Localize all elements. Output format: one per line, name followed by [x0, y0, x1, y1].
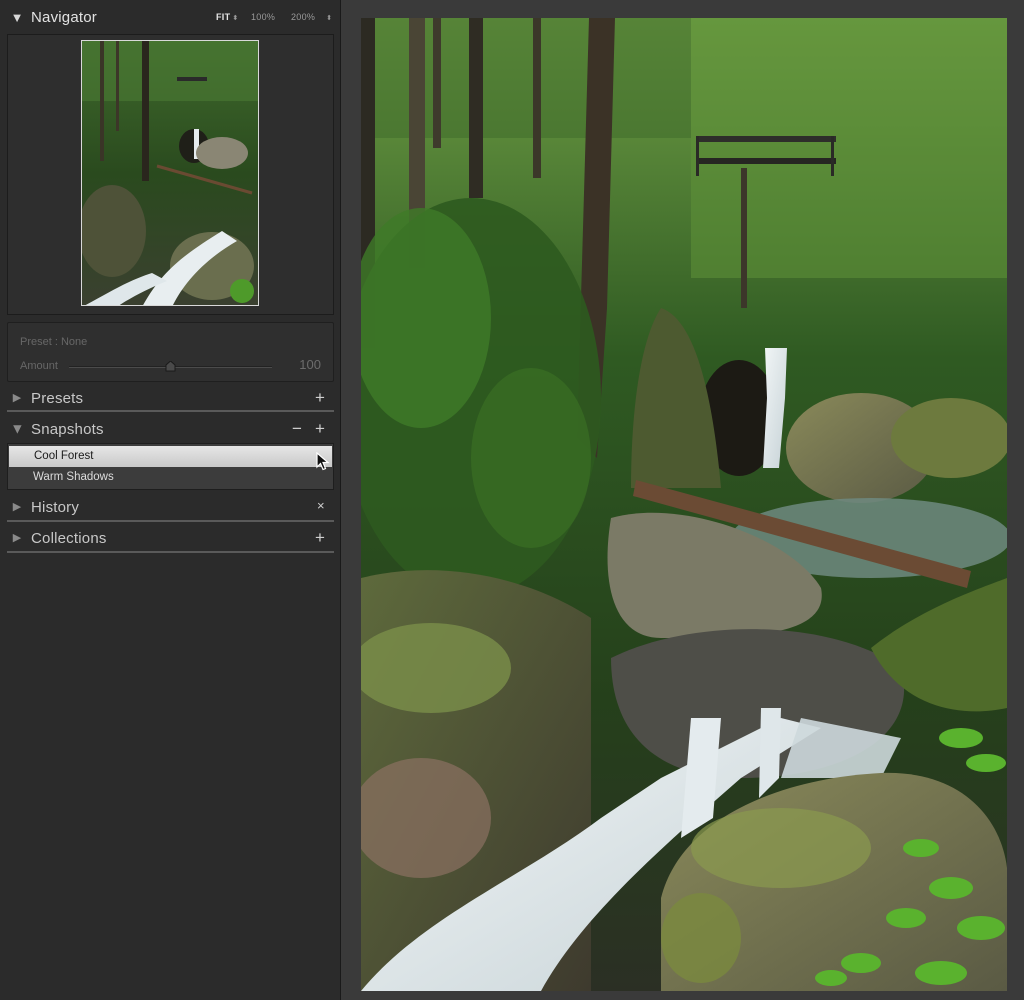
updown-arrows-icon: ⬍ — [326, 15, 333, 22]
zoom-fit-option[interactable]: FIT ⬍ — [216, 12, 239, 22]
zoom-200-option[interactable]: 200% ⬍ — [291, 12, 332, 22]
triangle-down-icon: ▶ — [11, 424, 24, 434]
panel-divider — [7, 520, 334, 522]
amount-label: Amount — [20, 360, 58, 372]
preset-label: Preset : None — [20, 336, 88, 348]
clear-history-button[interactable]: × — [317, 499, 325, 512]
navigator-title: Navigator — [31, 8, 97, 26]
triangle-right-icon: ▶ — [12, 500, 22, 513]
add-snapshot-button[interactable]: + — [315, 420, 325, 437]
collections-title: Collections — [31, 529, 107, 547]
waterfall-photo — [361, 18, 1007, 991]
triangle-right-icon: ▶ — [12, 531, 22, 544]
amount-value: 100 — [299, 357, 321, 372]
snapshots-header[interactable]: ▶ Snapshots — [0, 414, 341, 444]
navigator-thumbnail[interactable] — [81, 40, 259, 306]
snapshot-item-cool-forest[interactable]: Cool Forest — [9, 446, 332, 467]
history-header[interactable]: ▶ History — [0, 492, 341, 522]
panel-divider — [7, 551, 334, 553]
zoom-200-label: 200% — [291, 12, 316, 22]
left-panel: ▼ Navigator FIT ⬍ 100% 200% ⬍ Preset: N… — [0, 0, 341, 1000]
remove-snapshot-button[interactable]: − — [292, 420, 302, 437]
navigator-thumbnail-image — [82, 41, 258, 305]
zoom-fit-label: FIT — [216, 12, 231, 22]
preset-amount-box: Preset : None Amount 100 — [7, 322, 334, 382]
zoom-100-option[interactable]: 100% — [251, 12, 275, 22]
navigator-preview-box — [7, 34, 334, 315]
add-preset-button[interactable]: + — [315, 389, 325, 406]
collections-header[interactable]: ▶ Collections — [0, 523, 341, 553]
history-title: History — [31, 498, 80, 516]
snapshot-item-warm-shadows[interactable]: Warm Shadows — [8, 467, 333, 488]
presets-title: Presets — [31, 389, 84, 407]
navigator-header[interactable]: ▼ Navigator — [0, 2, 341, 32]
pointer-cursor-icon — [316, 452, 330, 471]
updown-arrows-icon: ⬍ — [232, 15, 239, 22]
main-photo-view[interactable] — [361, 18, 1007, 991]
presets-header[interactable]: ▶ Presets — [0, 383, 341, 413]
snapshot-list: Cool Forest Warm Shadows — [7, 443, 334, 490]
triangle-down-icon: ▼ — [10, 9, 24, 25]
panel-divider — [7, 410, 334, 412]
add-collection-button[interactable]: + — [315, 529, 325, 546]
amount-slider-thumb[interactable] — [165, 361, 176, 372]
snapshots-title: Snapshots — [31, 420, 104, 438]
triangle-right-icon: ▶ — [12, 391, 22, 404]
